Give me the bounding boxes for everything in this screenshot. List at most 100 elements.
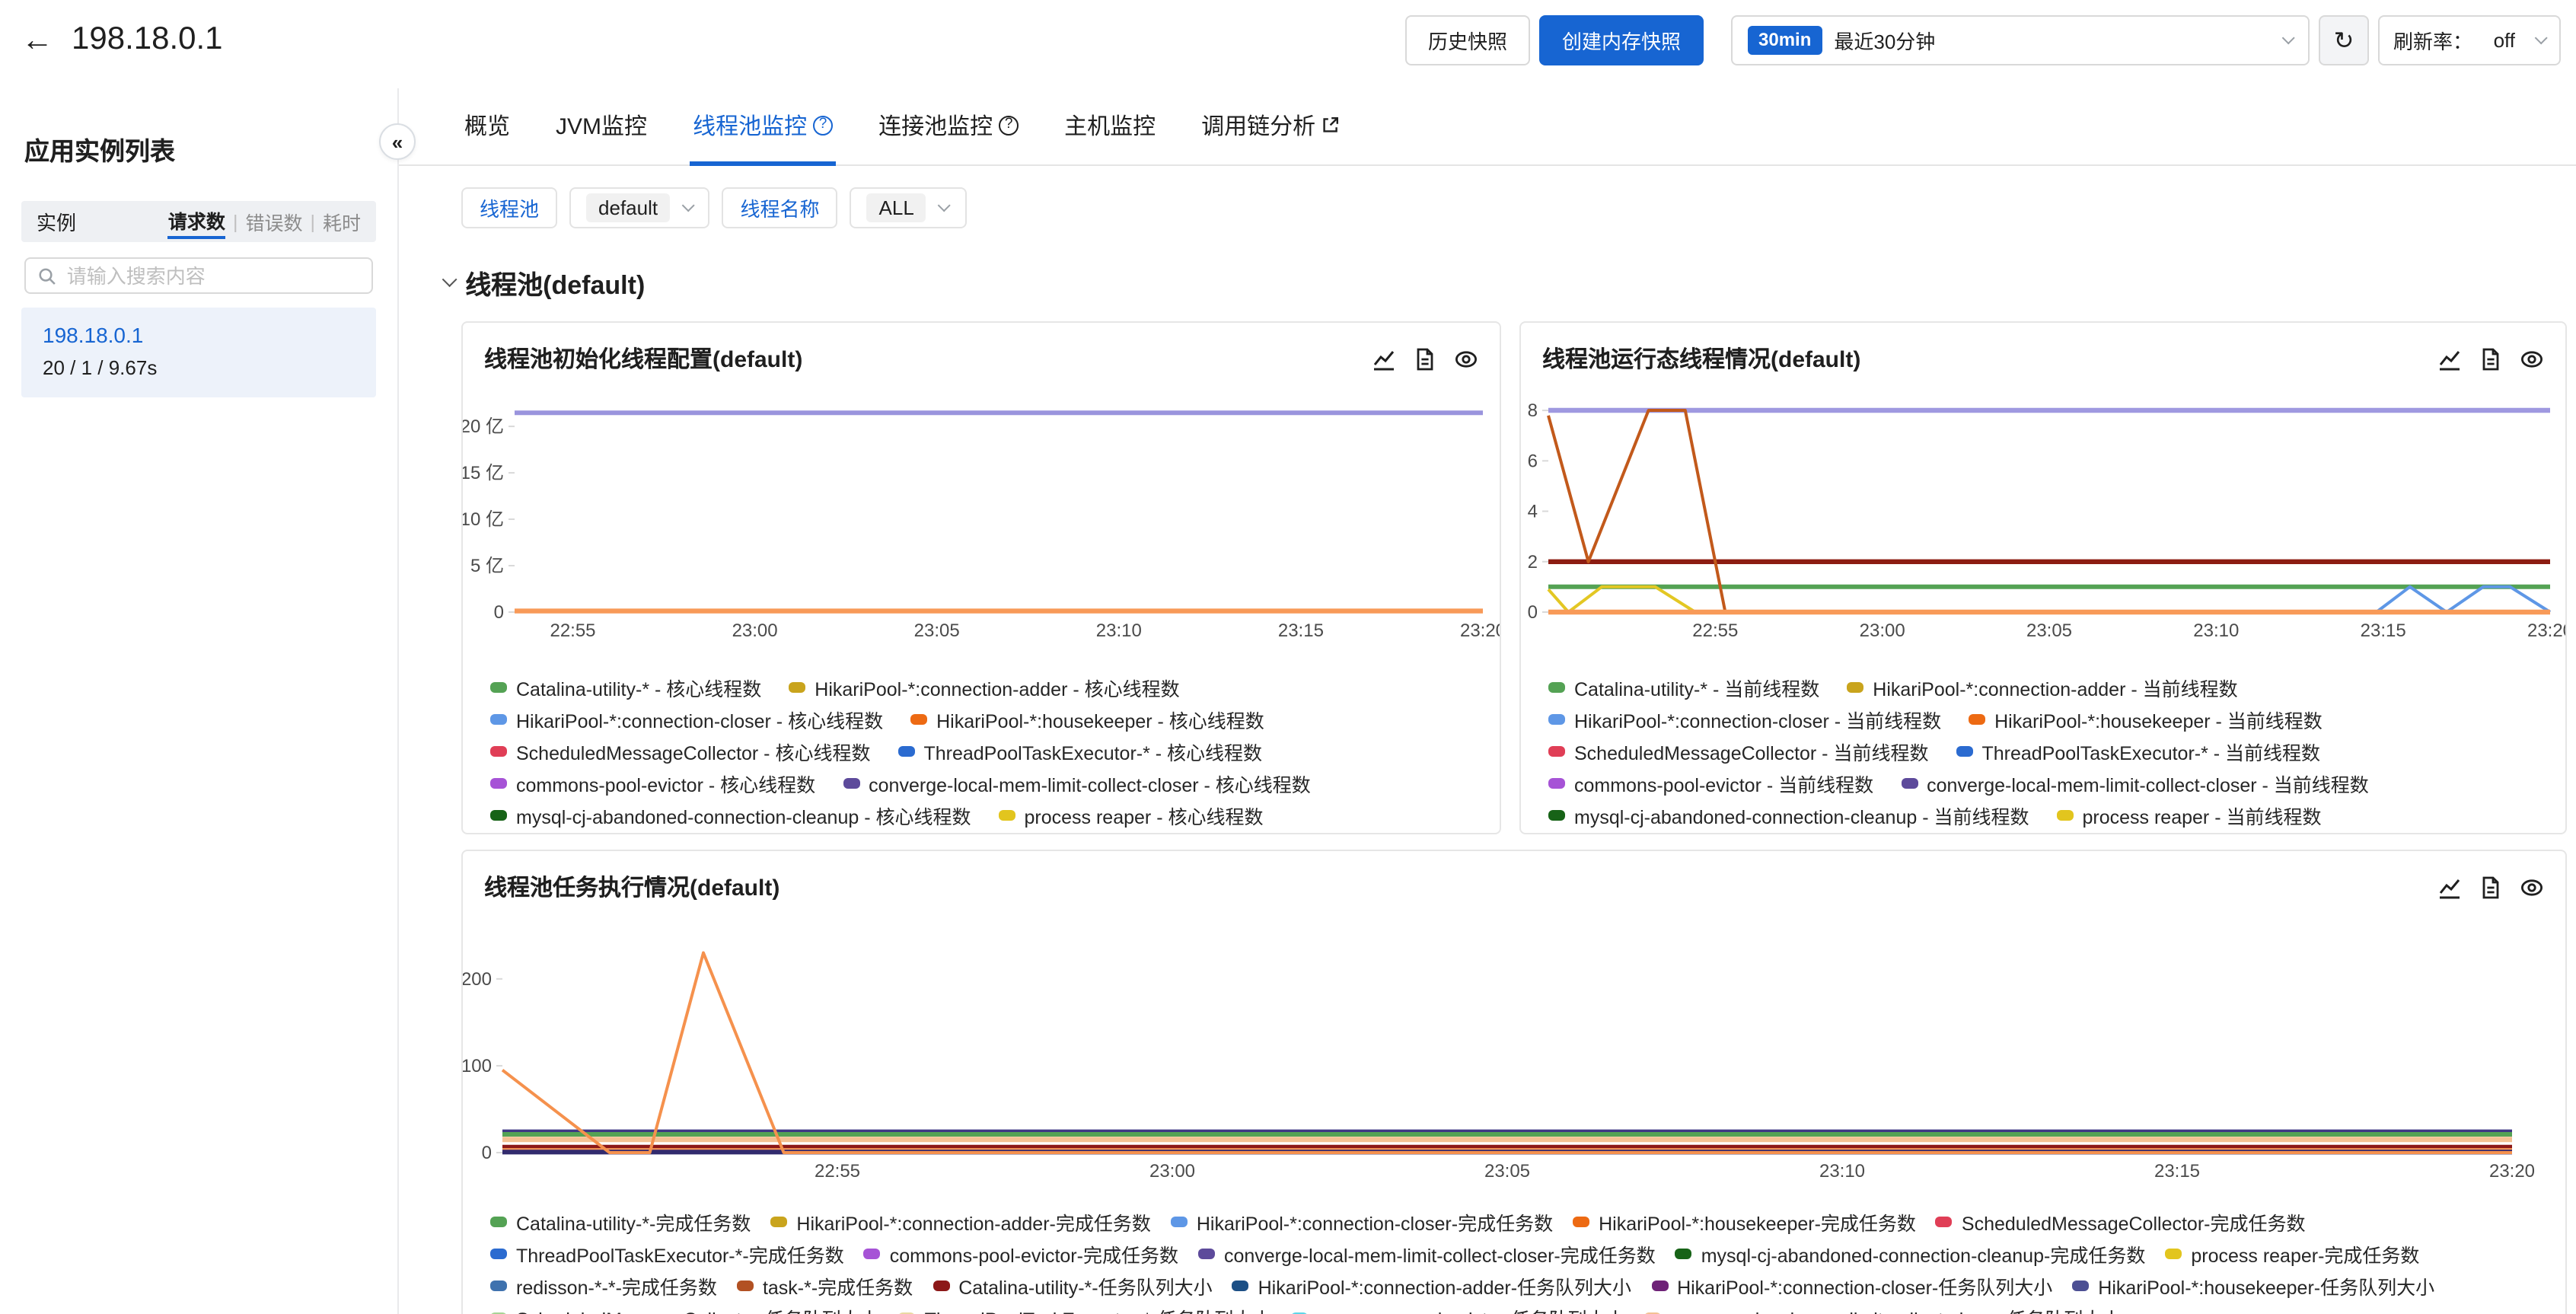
refresh-button[interactable]: ↻ [2319, 15, 2369, 65]
legend-item[interactable]: converge-local-mem-limit-collect-closer-… [1198, 1239, 1656, 1268]
eye-icon[interactable] [2520, 875, 2544, 899]
legend-item[interactable]: commons-pool-evictor-任务队列大小 [1291, 1303, 1624, 1314]
legend-item[interactable]: mysql-cj-abandoned-connection-cleanup-完成… [1675, 1239, 2146, 1268]
legend-item[interactable]: commons-pool-evictor - 当前线程数 [1548, 769, 1873, 798]
instance-list-item-selected[interactable]: 198.18.0.1 20 / 1 / 9.67s [21, 308, 376, 397]
legend-row: ScheduledMessageCollector - 当前线程数 ThreadP… [1548, 735, 2565, 767]
tab-2[interactable]: JVM监控 [556, 85, 647, 165]
refresh-rate-label: 刷新率： [2393, 26, 2472, 55]
sort-option-2[interactable]: 错误数 [245, 207, 302, 236]
legend-row: redisson-*-*-完成任务数 task-*-完成任务数 Catalina-u… [490, 1270, 2565, 1302]
legend-item[interactable]: redisson-*-*-完成任务数 [490, 1271, 717, 1300]
history-snapshot-button[interactable]: 历史快照 [1405, 15, 1530, 65]
legend-item[interactable]: converge-local-mem-limit-collect-closer … [843, 769, 1311, 798]
legend-item[interactable]: process reaper-完成任务数 [2165, 1239, 2419, 1268]
legend-label: ThreadPoolTaskExecutor-*-任务队列大小 [925, 1303, 1272, 1314]
legend-item[interactable]: ThreadPoolTaskExecutor-* - 核心线程数 [897, 737, 1262, 766]
line-chart[interactable]: 0246822:5523:0023:0523:1023:1523:20 [1521, 384, 2565, 649]
legend-item[interactable]: ScheduledMessageCollector - 当前线程数 [1548, 737, 1928, 766]
tab-4[interactable]: 连接池监控? [878, 85, 1019, 165]
y-tick-label: 8 [1528, 400, 1538, 421]
legend-item[interactable]: HikariPool-*:housekeeper - 当前线程数 [1969, 705, 2323, 734]
legend-item[interactable]: Catalina-utility-* - 当前线程数 [1548, 673, 1819, 702]
sort-option-3[interactable]: 耗时 [323, 207, 361, 236]
back-icon[interactable]: ← [21, 24, 53, 56]
legend-item[interactable]: Catalina-utility-*-任务队列大小 [933, 1271, 1212, 1300]
section-header[interactable]: 线程池(default) [445, 263, 2576, 301]
trend-chart-icon[interactable] [2437, 346, 2462, 371]
trend-chart-icon[interactable] [1372, 346, 1396, 371]
legend-item[interactable]: HikariPool-*:housekeeper-任务队列大小 [2072, 1271, 2434, 1300]
legend-item[interactable]: mysql-cj-abandoned-connection-cleanup - … [490, 801, 971, 830]
legend-swatch [1232, 1281, 1249, 1291]
legend-item[interactable]: ScheduledMessageCollector-完成任务数 [1936, 1207, 2306, 1236]
legend-item[interactable]: HikariPool-*:connection-adder - 核心线程数 [789, 673, 1179, 702]
sidebar-collapse-button[interactable]: « [379, 123, 416, 160]
trend-chart-icon[interactable] [2437, 875, 2462, 899]
time-range-select[interactable]: 30min 最近30分钟 [1731, 15, 2310, 65]
y-tick-label: 5 亿 [470, 556, 504, 576]
legend-item[interactable]: ThreadPoolTaskExecutor-*-任务队列大小 [899, 1303, 1272, 1314]
line-chart[interactable]: 05 亿10 亿15 亿20 亿22:5523:0023:0523:1023:1… [463, 384, 1500, 649]
y-tick-label: 0 [1528, 602, 1538, 623]
file-text-icon[interactable] [1413, 346, 1437, 371]
file-text-icon[interactable] [2479, 875, 2503, 899]
legend-item[interactable]: HikariPool-*:connection-closer - 当前线程数 [1548, 705, 1941, 734]
sort-option-1[interactable]: 请求数 [168, 205, 225, 238]
help-icon[interactable]: ? [813, 115, 833, 135]
legend-item[interactable]: Catalina-utility-*-完成任务数 [490, 1207, 751, 1236]
section-title: 线程池(default) [465, 263, 645, 301]
legend-item[interactable]: HikariPool-*:connection-closer-完成任务数 [1171, 1207, 1553, 1236]
legend-item[interactable]: HikariPool-*:housekeeper-完成任务数 [1573, 1207, 1916, 1236]
legend-item[interactable]: ThreadPoolTaskExecutor-* - 当前线程数 [1956, 737, 2320, 766]
legend-item[interactable]: HikariPool-*:connection-adder-任务队列大小 [1232, 1271, 1631, 1300]
legend-item[interactable]: process reaper - 当前线程数 [2057, 801, 2322, 830]
legend-item[interactable]: mysql-cj-abandoned-connection-cleanup - … [1548, 801, 2029, 830]
eye-icon[interactable] [2520, 346, 2544, 371]
search-input[interactable] [67, 264, 359, 287]
legend-item[interactable]: commons-pool-evictor - 核心线程数 [490, 769, 815, 798]
legend-item[interactable]: commons-pool-evictor-完成任务数 [864, 1239, 1178, 1268]
create-memory-snapshot-button[interactable]: 创建内存快照 [1539, 15, 1704, 65]
thread-name-select[interactable]: ALL [850, 187, 967, 228]
legend-swatch [1548, 683, 1565, 693]
y-tick-label: 100 [463, 1056, 492, 1076]
thread-pool-select[interactable]: default [569, 187, 709, 228]
tab-3[interactable]: 线程池监控? [693, 85, 833, 165]
file-text-icon[interactable] [2479, 346, 2503, 371]
tab-label: 概览 [464, 109, 510, 141]
eye-icon[interactable] [1454, 346, 1478, 371]
legend-swatch [737, 1281, 754, 1291]
legend-item[interactable]: process reaper - 核心线程数 [999, 801, 1264, 830]
legend-item[interactable]: task-*-完成任务数 [737, 1271, 913, 1300]
legend-item[interactable]: ScheduledMessageCollector - 核心线程数 [490, 737, 870, 766]
legend-label: HikariPool-*:connection-adder - 核心线程数 [815, 673, 1179, 702]
time-range-badge: 30min [1748, 25, 1822, 55]
legend-item[interactable]: HikariPool-*:connection-adder - 当前线程数 [1847, 673, 2237, 702]
legend-item[interactable]: converge-local-mem-limit-collect-closer-… [1645, 1303, 2122, 1314]
legend-item[interactable]: HikariPool-*:connection-adder-完成任务数 [770, 1207, 1150, 1236]
legend-swatch [1651, 1281, 1668, 1291]
legend-item[interactable]: HikariPool-*:connection-closer-任务队列大小 [1651, 1271, 2052, 1300]
legend-label: commons-pool-evictor-完成任务数 [890, 1239, 1178, 1268]
legend-row: ScheduledMessageCollector-任务队列大小 ThreadPo… [490, 1302, 2565, 1314]
legend-item[interactable]: ThreadPoolTaskExecutor-*-完成任务数 [490, 1239, 844, 1268]
legend-item[interactable]: ScheduledMessageCollector-任务队列大小 [490, 1303, 879, 1314]
legend-item[interactable]: Catalina-utility-* - 核心线程数 [490, 673, 761, 702]
legend-item[interactable]: HikariPool-*:connection-closer - 核心线程数 [490, 705, 883, 734]
x-tick-label: 22:55 [550, 620, 595, 641]
refresh-rate-select[interactable]: 刷新率： off [2378, 15, 2561, 65]
legend-swatch [1198, 1249, 1215, 1259]
tab-5[interactable]: 主机监控 [1064, 85, 1156, 165]
line-chart[interactable]: 010020022:5523:0023:0523:1023:1523:20 [463, 912, 2562, 1183]
tab-6[interactable]: 调用链分析 [1201, 85, 1340, 165]
legend-item[interactable]: converge-local-mem-limit-collect-closer … [1901, 769, 2369, 798]
legend-item[interactable]: HikariPool-*:housekeeper - 核心线程数 [910, 705, 1264, 734]
legend-label: process reaper - 核心线程数 [1025, 801, 1264, 830]
card-actions [2437, 346, 2544, 371]
legend-label: HikariPool-*:connection-closer-完成任务数 [1197, 1207, 1553, 1236]
x-tick-label: 23:15 [1278, 620, 1324, 641]
tab-1[interactable]: 概览 [464, 85, 510, 165]
legend-swatch [1548, 811, 1565, 821]
help-icon[interactable]: ? [999, 115, 1019, 135]
